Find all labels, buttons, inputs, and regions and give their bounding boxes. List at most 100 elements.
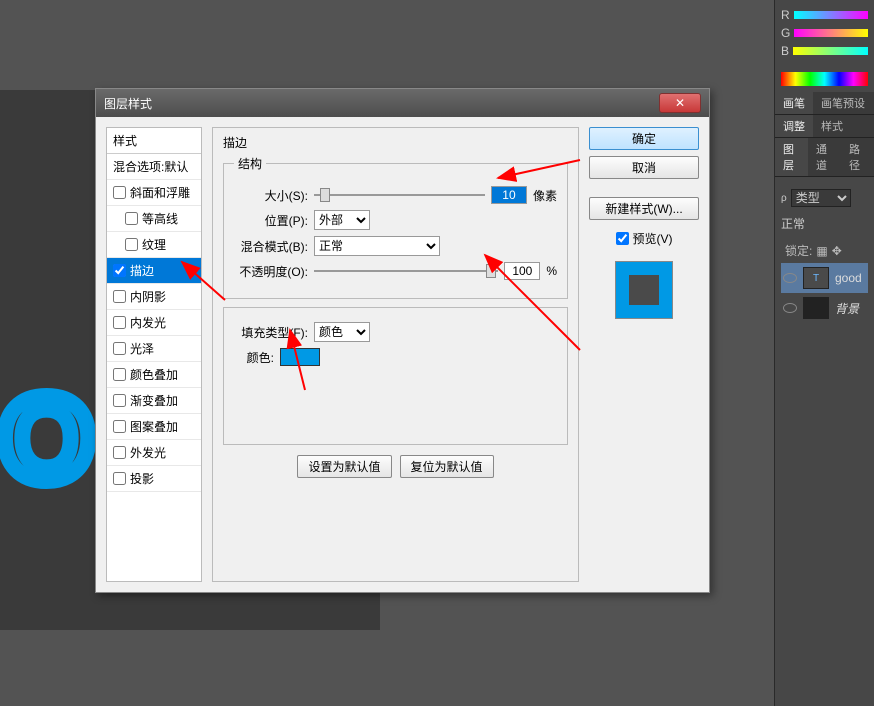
layer-thumb-bg <box>803 297 829 319</box>
style-item[interactable]: 图案叠加 <box>107 414 201 440</box>
lock-pixels-icon[interactable]: ▦ <box>816 244 827 258</box>
new-style-button[interactable]: 新建样式(W)... <box>589 197 699 220</box>
blend-select[interactable]: 正常 <box>314 236 440 256</box>
style-item[interactable]: 纹理 <box>107 232 201 258</box>
style-label: 图案叠加 <box>130 418 178 435</box>
style-checkbox[interactable] <box>113 186 126 199</box>
style-checkbox[interactable] <box>113 316 126 329</box>
slider-b[interactable] <box>793 47 868 55</box>
dialog-title: 图层样式 <box>104 95 152 112</box>
tab-channels[interactable]: 通道 <box>808 138 841 176</box>
tab-paths[interactable]: 路径 <box>841 138 874 176</box>
style-label: 内阴影 <box>130 288 166 305</box>
style-item[interactable]: 颜色叠加 <box>107 362 201 388</box>
style-checkbox[interactable] <box>125 238 138 251</box>
style-item[interactable]: 光泽 <box>107 336 201 362</box>
cancel-button[interactable]: 取消 <box>589 156 699 179</box>
restore-default-button[interactable]: 复位为默认值 <box>400 455 494 478</box>
lock-position-icon[interactable]: ✥ <box>832 244 842 258</box>
size-label: 大小(S): <box>234 187 308 204</box>
style-label: 斜面和浮雕 <box>130 184 190 201</box>
label-b: B <box>781 44 789 58</box>
lock-label: 锁定: <box>785 242 812 259</box>
style-label: 外发光 <box>130 444 166 461</box>
label-r: R <box>781 8 790 22</box>
style-checkbox[interactable] <box>113 472 126 485</box>
style-item[interactable]: 混合选项:默认 <box>107 154 201 180</box>
close-button[interactable]: ✕ <box>659 93 701 113</box>
blend-mode-label: 正常 <box>781 215 805 232</box>
style-checkbox[interactable] <box>113 264 126 277</box>
style-item[interactable]: 外发光 <box>107 440 201 466</box>
preview-thumbnail <box>615 261 673 319</box>
style-checkbox[interactable] <box>113 368 126 381</box>
style-checkbox[interactable] <box>113 290 126 303</box>
filltype-select[interactable]: 颜色 <box>314 322 370 342</box>
color-spectrum[interactable] <box>781 72 868 86</box>
opacity-label: 不透明度(O): <box>234 263 308 280</box>
layer-style-dialog: 图层样式 ✕ 样式 混合选项:默认斜面和浮雕等高线纹理描边内阴影内发光光泽颜色叠… <box>95 88 710 593</box>
style-checkbox[interactable] <box>113 342 126 355</box>
side-panels: R G B 画笔 画笔预设 调整 样式 图层 通道 路径 ρ 类型 正常 锁定:… <box>774 0 874 706</box>
ok-button[interactable]: 确定 <box>589 127 699 150</box>
opacity-input[interactable] <box>504 262 540 280</box>
styles-header: 样式 <box>107 128 201 154</box>
label-g: G <box>781 26 790 40</box>
tab-layers[interactable]: 图层 <box>775 138 808 176</box>
rgb-sliders: R G B <box>775 0 874 66</box>
dialog-titlebar[interactable]: 图层样式 ✕ <box>96 89 709 117</box>
style-checkbox[interactable] <box>113 446 126 459</box>
dialog-buttons: 确定 取消 新建样式(W)... 预览(V) <box>589 127 699 582</box>
layer-tabs: 图层 通道 路径 <box>775 138 874 177</box>
layers-panel: ρ 类型 正常 锁定: ▦ ✥ T good 背景 <box>775 177 874 329</box>
layer-row-text[interactable]: T good <box>781 263 868 293</box>
layer-thumb-text: T <box>803 267 829 289</box>
size-input[interactable] <box>491 186 527 204</box>
stroke-settings-panel: 描边 结构 大小(S): 像素 位置(P): 外部 混合模式(B): 正常 <box>212 127 579 582</box>
canvas-text-preview: O <box>0 370 93 508</box>
opacity-slider[interactable] <box>314 262 498 280</box>
preview-label: 预览(V) <box>633 230 673 247</box>
adjust-tabs: 调整 样式 <box>775 115 874 138</box>
style-checkbox[interactable] <box>125 212 138 225</box>
structure-legend: 结构 <box>234 155 266 172</box>
style-item[interactable]: 内阴影 <box>107 284 201 310</box>
tab-brush-preset[interactable]: 画笔预设 <box>813 92 873 114</box>
tab-adjust[interactable]: 调整 <box>775 115 813 137</box>
slider-r[interactable] <box>794 11 868 19</box>
style-checkbox[interactable] <box>113 394 126 407</box>
style-label: 投影 <box>130 470 154 487</box>
style-item[interactable]: 斜面和浮雕 <box>107 180 201 206</box>
layer-name-0: good <box>835 271 862 285</box>
visibility-icon[interactable] <box>783 273 797 283</box>
size-slider[interactable] <box>314 186 485 204</box>
layer-row-bg[interactable]: 背景 <box>781 293 868 323</box>
style-item[interactable]: 投影 <box>107 466 201 492</box>
position-label: 位置(P): <box>234 212 308 229</box>
tab-brush[interactable]: 画笔 <box>775 92 813 114</box>
style-checkbox[interactable] <box>113 420 126 433</box>
style-item[interactable]: 等高线 <box>107 206 201 232</box>
style-item[interactable]: 渐变叠加 <box>107 388 201 414</box>
set-default-button[interactable]: 设置为默认值 <box>297 455 391 478</box>
style-item[interactable]: 描边 <box>107 258 201 284</box>
tab-styles[interactable]: 样式 <box>813 115 851 137</box>
color-swatch[interactable] <box>280 348 320 366</box>
preview-checkbox[interactable] <box>616 232 629 245</box>
structure-fieldset: 结构 大小(S): 像素 位置(P): 外部 混合模式(B): 正常 不透明度(… <box>223 155 568 299</box>
slider-g[interactable] <box>794 29 868 37</box>
style-label: 颜色叠加 <box>130 366 178 383</box>
style-label: 混合选项:默认 <box>113 158 188 175</box>
fill-fieldset: 填充类型(F): 颜色 颜色: <box>223 307 568 445</box>
blend-label: 混合模式(B): <box>234 238 308 255</box>
style-label: 纹理 <box>142 236 166 253</box>
layer-filter-type[interactable]: 类型 <box>791 189 851 207</box>
styles-list: 样式 混合选项:默认斜面和浮雕等高线纹理描边内阴影内发光光泽颜色叠加渐变叠加图案… <box>106 127 202 582</box>
color-label: 颜色: <box>234 349 274 366</box>
style-item[interactable]: 内发光 <box>107 310 201 336</box>
visibility-icon[interactable] <box>783 303 797 313</box>
position-select[interactable]: 外部 <box>314 210 370 230</box>
style-label: 描边 <box>130 262 154 279</box>
style-label: 等高线 <box>142 210 178 227</box>
layer-name-1: 背景 <box>835 300 859 317</box>
